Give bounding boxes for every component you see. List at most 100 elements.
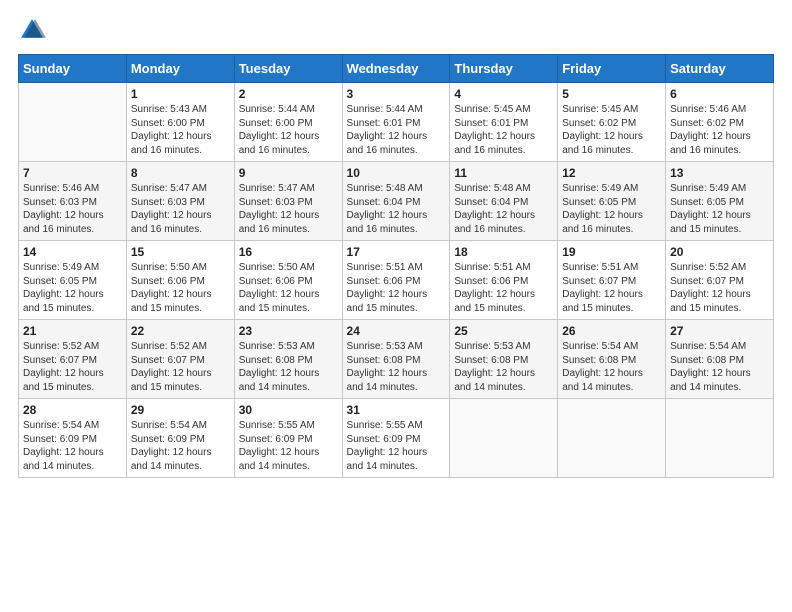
day-number: 23 xyxy=(239,324,338,338)
cell-info: Sunrise: 5:50 AM Sunset: 6:06 PM Dayligh… xyxy=(131,261,230,315)
cell-info: Sunrise: 5:44 AM Sunset: 6:01 PM Dayligh… xyxy=(347,103,446,157)
calendar-cell: 25 Sunrise: 5:53 AM Sunset: 6:08 PM Dayli… xyxy=(450,320,558,399)
day-number: 24 xyxy=(347,324,446,338)
calendar-cell: 15 Sunrise: 5:50 AM Sunset: 6:06 PM Dayli… xyxy=(126,241,234,320)
cell-info: Sunrise: 5:53 AM Sunset: 6:08 PM Dayligh… xyxy=(454,340,553,394)
cell-info: Sunrise: 5:52 AM Sunset: 6:07 PM Dayligh… xyxy=(23,340,122,394)
calendar-cell: 24 Sunrise: 5:53 AM Sunset: 6:08 PM Dayli… xyxy=(342,320,450,399)
cell-info: Sunrise: 5:55 AM Sunset: 6:09 PM Dayligh… xyxy=(239,419,338,473)
day-number: 27 xyxy=(670,324,769,338)
week-row-5: 28 Sunrise: 5:54 AM Sunset: 6:09 PM Dayli… xyxy=(19,399,774,478)
day-number: 18 xyxy=(454,245,553,259)
calendar-cell xyxy=(19,83,127,162)
col-header-thursday: Thursday xyxy=(450,55,558,83)
calendar-cell: 28Sunrise: 5:54 AM Sunset: 6:09 PM Dayli… xyxy=(19,399,127,478)
day-number: 8 xyxy=(131,166,230,180)
day-number: 16 xyxy=(239,245,338,259)
calendar-cell: 14 Sunrise: 5:49 AM Sunset: 6:05 PM Dayli… xyxy=(19,241,127,320)
cell-info: Sunrise: 5:53 AM Sunset: 6:08 PM Dayligh… xyxy=(239,340,338,394)
cell-info: Sunrise: 5:46 AM Sunset: 6:03 PM Dayligh… xyxy=(23,182,122,236)
cell-info: Sunrise: 5:52 AM Sunset: 6:07 PM Dayligh… xyxy=(670,261,769,315)
calendar-cell: 22 Sunrise: 5:52 AM Sunset: 6:07 PM Dayli… xyxy=(126,320,234,399)
calendar-cell: 21 Sunrise: 5:52 AM Sunset: 6:07 PM Dayli… xyxy=(19,320,127,399)
day-number: 13 xyxy=(670,166,769,180)
week-row-4: 21 Sunrise: 5:52 AM Sunset: 6:07 PM Dayli… xyxy=(19,320,774,399)
cell-info: Sunrise: 5:45 AM Sunset: 6:02 PM Dayligh… xyxy=(562,103,661,157)
day-number: 30 xyxy=(239,403,338,417)
calendar-cell: 8 Sunrise: 5:47 AM Sunset: 6:03 PM Daylig… xyxy=(126,162,234,241)
calendar-cell: 17Sunrise: 5:51 AM Sunset: 6:06 PM Dayli… xyxy=(342,241,450,320)
day-number: 1 xyxy=(131,87,230,101)
cell-info: Sunrise: 5:50 AM Sunset: 6:06 PM Dayligh… xyxy=(239,261,338,315)
day-number: 17 xyxy=(347,245,446,259)
week-row-3: 14 Sunrise: 5:49 AM Sunset: 6:05 PM Dayli… xyxy=(19,241,774,320)
day-number: 15 xyxy=(131,245,230,259)
cell-info: Sunrise: 5:49 AM Sunset: 6:05 PM Dayligh… xyxy=(562,182,661,236)
cell-info: Sunrise: 5:53 AM Sunset: 6:08 PM Dayligh… xyxy=(347,340,446,394)
cell-info: Sunrise: 5:48 AM Sunset: 6:04 PM Dayligh… xyxy=(454,182,553,236)
day-number: 31 xyxy=(347,403,446,417)
cell-info: Sunrise: 5:47 AM Sunset: 6:03 PM Dayligh… xyxy=(239,182,338,236)
calendar-cell: 5 Sunrise: 5:45 AM Sunset: 6:02 PM Daylig… xyxy=(558,83,666,162)
day-number: 9 xyxy=(239,166,338,180)
calendar-cell: 7Sunrise: 5:46 AM Sunset: 6:03 PM Daylig… xyxy=(19,162,127,241)
calendar-cell: 4 Sunrise: 5:45 AM Sunset: 6:01 PM Daylig… xyxy=(450,83,558,162)
day-number: 5 xyxy=(562,87,661,101)
calendar-cell: 16 Sunrise: 5:50 AM Sunset: 6:06 PM Dayli… xyxy=(234,241,342,320)
page: SundayMondayTuesdayWednesdayThursdayFrid… xyxy=(0,0,792,612)
cell-info: Sunrise: 5:48 AM Sunset: 6:04 PM Dayligh… xyxy=(347,182,446,236)
calendar-cell: 2Sunrise: 5:44 AM Sunset: 6:00 PM Daylig… xyxy=(234,83,342,162)
day-number: 21 xyxy=(23,324,122,338)
col-header-saturday: Saturday xyxy=(666,55,774,83)
cell-info: Sunrise: 5:54 AM Sunset: 6:08 PM Dayligh… xyxy=(562,340,661,394)
logo-icon xyxy=(18,16,46,44)
week-row-1: 1 Sunrise: 5:43 AM Sunset: 6:00 PM Daylig… xyxy=(19,83,774,162)
col-header-tuesday: Tuesday xyxy=(234,55,342,83)
cell-info: Sunrise: 5:54 AM Sunset: 6:08 PM Dayligh… xyxy=(670,340,769,394)
day-number: 22 xyxy=(131,324,230,338)
cell-info: Sunrise: 5:43 AM Sunset: 6:00 PM Dayligh… xyxy=(131,103,230,157)
day-number: 14 xyxy=(23,245,122,259)
cell-info: Sunrise: 5:49 AM Sunset: 6:05 PM Dayligh… xyxy=(670,182,769,236)
day-number: 20 xyxy=(670,245,769,259)
day-number: 11 xyxy=(454,166,553,180)
calendar-cell xyxy=(450,399,558,478)
cell-info: Sunrise: 5:52 AM Sunset: 6:07 PM Dayligh… xyxy=(131,340,230,394)
calendar-cell: 6 Sunrise: 5:46 AM Sunset: 6:02 PM Daylig… xyxy=(666,83,774,162)
calendar-cell: 12 Sunrise: 5:49 AM Sunset: 6:05 PM Dayli… xyxy=(558,162,666,241)
calendar-cell: 20 Sunrise: 5:52 AM Sunset: 6:07 PM Dayli… xyxy=(666,241,774,320)
calendar-cell: 10 Sunrise: 5:48 AM Sunset: 6:04 PM Dayli… xyxy=(342,162,450,241)
week-row-2: 7Sunrise: 5:46 AM Sunset: 6:03 PM Daylig… xyxy=(19,162,774,241)
header-row: SundayMondayTuesdayWednesdayThursdayFrid… xyxy=(19,55,774,83)
calendar-cell: 19 Sunrise: 5:51 AM Sunset: 6:07 PM Dayli… xyxy=(558,241,666,320)
col-header-wednesday: Wednesday xyxy=(342,55,450,83)
day-number: 4 xyxy=(454,87,553,101)
cell-info: Sunrise: 5:54 AM Sunset: 6:09 PM Dayligh… xyxy=(131,419,230,473)
calendar-cell: 11 Sunrise: 5:48 AM Sunset: 6:04 PM Dayli… xyxy=(450,162,558,241)
day-number: 28 xyxy=(23,403,122,417)
calendar-cell: 30 Sunrise: 5:55 AM Sunset: 6:09 PM Dayli… xyxy=(234,399,342,478)
cell-info: Sunrise: 5:55 AM Sunset: 6:09 PM Dayligh… xyxy=(347,419,446,473)
col-header-sunday: Sunday xyxy=(19,55,127,83)
cell-info: Sunrise: 5:51 AM Sunset: 6:07 PM Dayligh… xyxy=(562,261,661,315)
logo xyxy=(18,16,50,44)
day-number: 12 xyxy=(562,166,661,180)
col-header-monday: Monday xyxy=(126,55,234,83)
calendar-cell: 23 Sunrise: 5:53 AM Sunset: 6:08 PM Dayli… xyxy=(234,320,342,399)
cell-info: Sunrise: 5:44 AM Sunset: 6:00 PM Dayligh… xyxy=(239,103,338,157)
day-number: 3 xyxy=(347,87,446,101)
calendar-cell: 31 Sunrise: 5:55 AM Sunset: 6:09 PM Dayli… xyxy=(342,399,450,478)
day-number: 6 xyxy=(670,87,769,101)
day-number: 10 xyxy=(347,166,446,180)
cell-info: Sunrise: 5:45 AM Sunset: 6:01 PM Dayligh… xyxy=(454,103,553,157)
cell-info: Sunrise: 5:47 AM Sunset: 6:03 PM Dayligh… xyxy=(131,182,230,236)
calendar-table: SundayMondayTuesdayWednesdayThursdayFrid… xyxy=(18,54,774,478)
cell-info: Sunrise: 5:49 AM Sunset: 6:05 PM Dayligh… xyxy=(23,261,122,315)
calendar-cell: 9 Sunrise: 5:47 AM Sunset: 6:03 PM Daylig… xyxy=(234,162,342,241)
day-number: 29 xyxy=(131,403,230,417)
calendar-cell: 13 Sunrise: 5:49 AM Sunset: 6:05 PM Dayli… xyxy=(666,162,774,241)
cell-info: Sunrise: 5:46 AM Sunset: 6:02 PM Dayligh… xyxy=(670,103,769,157)
day-number: 19 xyxy=(562,245,661,259)
day-number: 25 xyxy=(454,324,553,338)
calendar-cell: 1 Sunrise: 5:43 AM Sunset: 6:00 PM Daylig… xyxy=(126,83,234,162)
